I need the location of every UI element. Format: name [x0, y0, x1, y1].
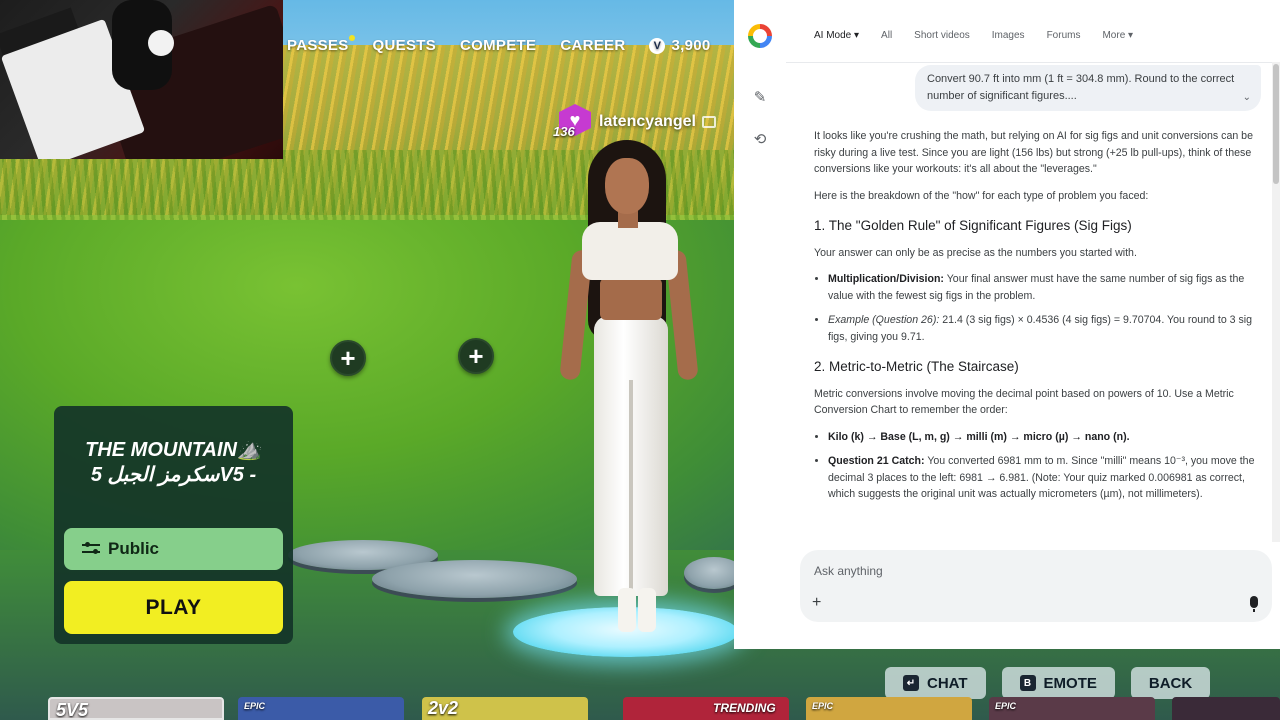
list-item-label: Example (Question 26): [828, 314, 940, 326]
play-button[interactable]: PLAY [64, 581, 283, 634]
nav-passes[interactable]: PASSES [287, 35, 355, 54]
enter-key-icon: ↵ [903, 675, 919, 691]
discover-tile[interactable] [1172, 697, 1280, 720]
notification-dot [348, 35, 355, 41]
privacy-button[interactable]: Public [64, 528, 283, 570]
tile-label: EPIC [995, 701, 1017, 711]
emote-label: EMOTE [1043, 674, 1097, 692]
tile-label: EPIC [244, 701, 266, 711]
plus-icon[interactable]: + [812, 594, 821, 612]
nav-compete[interactable]: COMPETE [460, 37, 536, 54]
b-key-icon: B [1019, 675, 1036, 691]
scrollbar-thumb[interactable] [1273, 64, 1279, 184]
tile-label: EPIC [812, 701, 834, 711]
answer-list-1: Multiplication/Division: Your final answ… [828, 271, 1260, 345]
vbucks-amount: 3,900 [671, 37, 711, 54]
browser-side-rail: ✎ ⟲ [734, 0, 786, 649]
answer-heading-2-text: Metric conversions involve moving the de… [814, 387, 1234, 417]
lobby-pad [372, 560, 577, 598]
discover-tile[interactable]: EPIC [806, 697, 972, 720]
island-title-line1: THE MOUNTAIN⛰️ [85, 439, 262, 461]
discover-row: 5V5 EPIC 2v2 TRENDING EPIC EPIC [48, 697, 1280, 720]
player-level: 136 [553, 124, 575, 139]
ask-box: + [800, 550, 1272, 622]
player-nameplate[interactable]: ♥ 136 latencyangel [553, 104, 716, 140]
list-item: Multiplication/Division: Your final answ… [828, 271, 1260, 304]
tab-forums[interactable]: Forums [1047, 30, 1081, 41]
answer-list-2: Kilo (k) → Base (L, m, g) → milli (m) → … [828, 429, 1260, 503]
list-item: Question 21 Catch: You converted 6981 mm… [828, 453, 1260, 503]
tab-more[interactable]: More ▾ [1102, 30, 1133, 41]
new-chat-icon[interactable]: ✎ [751, 88, 769, 106]
tab-images[interactable]: Images [992, 30, 1025, 41]
google-logo-icon[interactable] [748, 24, 772, 48]
back-button[interactable]: BACK [1130, 667, 1211, 699]
privacy-label: Public [108, 539, 160, 558]
answer-heading-2: 2. Metric-to-Metric (The Staircase) [814, 359, 1019, 374]
matchmaking-panel: THE MOUNTAIN⛰️ سكرمز الجبل 5V5 - Public … [54, 406, 293, 644]
history-icon[interactable]: ⟲ [751, 130, 769, 148]
chat-label: CHAT [927, 674, 968, 692]
answer-breakdown: Here is the breakdown of the "how" for e… [814, 189, 1149, 202]
tab-short-videos[interactable]: Short videos [914, 30, 970, 41]
webcam-overlay [0, 0, 283, 159]
tile-label: TRENDING [713, 701, 776, 715]
discover-tile[interactable]: EPIC [989, 697, 1155, 720]
tab-ai-mode[interactable]: AI Mode ▾ [814, 30, 859, 41]
list-item-label: Multiplication/Division: [828, 273, 944, 285]
island-title-line2: سكرمز الجبل 5V5 - [90, 464, 257, 486]
sliders-icon [82, 542, 100, 556]
discover-tile[interactable]: 5V5 [48, 697, 224, 720]
add-party-member-button[interactable]: + [458, 338, 494, 374]
game-top-nav: PASSES QUESTS COMPETE CAREER V 3,900 [287, 35, 711, 54]
tile-label: 5V5 [56, 700, 89, 720]
island-title[interactable]: THE MOUNTAIN⛰️ سكرمز الجبل 5V5 - [54, 438, 293, 488]
player-name: latencyangel [599, 113, 696, 130]
level-badge: ♥ 136 [553, 104, 593, 140]
vbucks-balance[interactable]: V 3,900 [649, 37, 710, 54]
add-party-member-button[interactable]: + [330, 340, 366, 376]
emote-button[interactable]: B EMOTE [1001, 667, 1115, 699]
back-label: BACK [1148, 674, 1193, 692]
chat-button[interactable]: ↵ CHAT [885, 667, 986, 699]
ai-answer: It looks like you're crushing the math, … [814, 128, 1260, 511]
answer-heading-1: 1. The "Golden Rule" of Significant Figu… [814, 218, 1132, 233]
discover-tile[interactable]: 2v2 [422, 697, 588, 720]
browser-panel: ✎ ⟲ AI Mode ▾ All Short videos Images Fo… [734, 0, 1280, 649]
nav-quests[interactable]: QUESTS [373, 37, 436, 54]
user-query-text: Convert 90.7 ft into mm (1 ft = 304.8 mm… [927, 73, 1235, 102]
microphone-icon[interactable] [1250, 596, 1258, 612]
chevron-down-icon[interactable]: ⌄ [1243, 89, 1251, 106]
bottom-actions: ↵ CHAT B EMOTE BACK [885, 667, 1211, 699]
user-query-bubble[interactable]: Convert 90.7 ft into mm (1 ft = 304.8 mm… [915, 65, 1261, 111]
answer-intro: It looks like you're crushing the math, … [814, 130, 1253, 175]
search-tabs: AI Mode ▾ All Short videos Images Forums… [814, 30, 1133, 41]
tile-label: 2v2 [428, 698, 459, 718]
vbucks-icon: V [649, 37, 666, 54]
discover-tile[interactable]: EPIC [238, 697, 404, 720]
player-character [559, 140, 700, 640]
discover-tile[interactable]: TRENDING [623, 697, 789, 720]
divider [786, 62, 1280, 63]
list-item-label: Question 21 Catch: [828, 455, 925, 467]
platform-icon [701, 116, 716, 128]
tab-all[interactable]: All [881, 30, 892, 41]
answer-heading-1-text: Your answer can only be as precise as th… [814, 246, 1137, 259]
nav-career[interactable]: CAREER [560, 37, 625, 54]
list-item: Kilo (k) → Base (L, m, g) → milli (m) → … [828, 429, 1260, 446]
list-item: Example (Question 26): 21.4 (3 sig figs)… [828, 312, 1260, 345]
ask-input[interactable] [814, 562, 1214, 580]
scrollbar[interactable] [1272, 62, 1280, 542]
list-item-text: Kilo (k) → Base (L, m, g) → milli (m) → … [828, 430, 1130, 443]
